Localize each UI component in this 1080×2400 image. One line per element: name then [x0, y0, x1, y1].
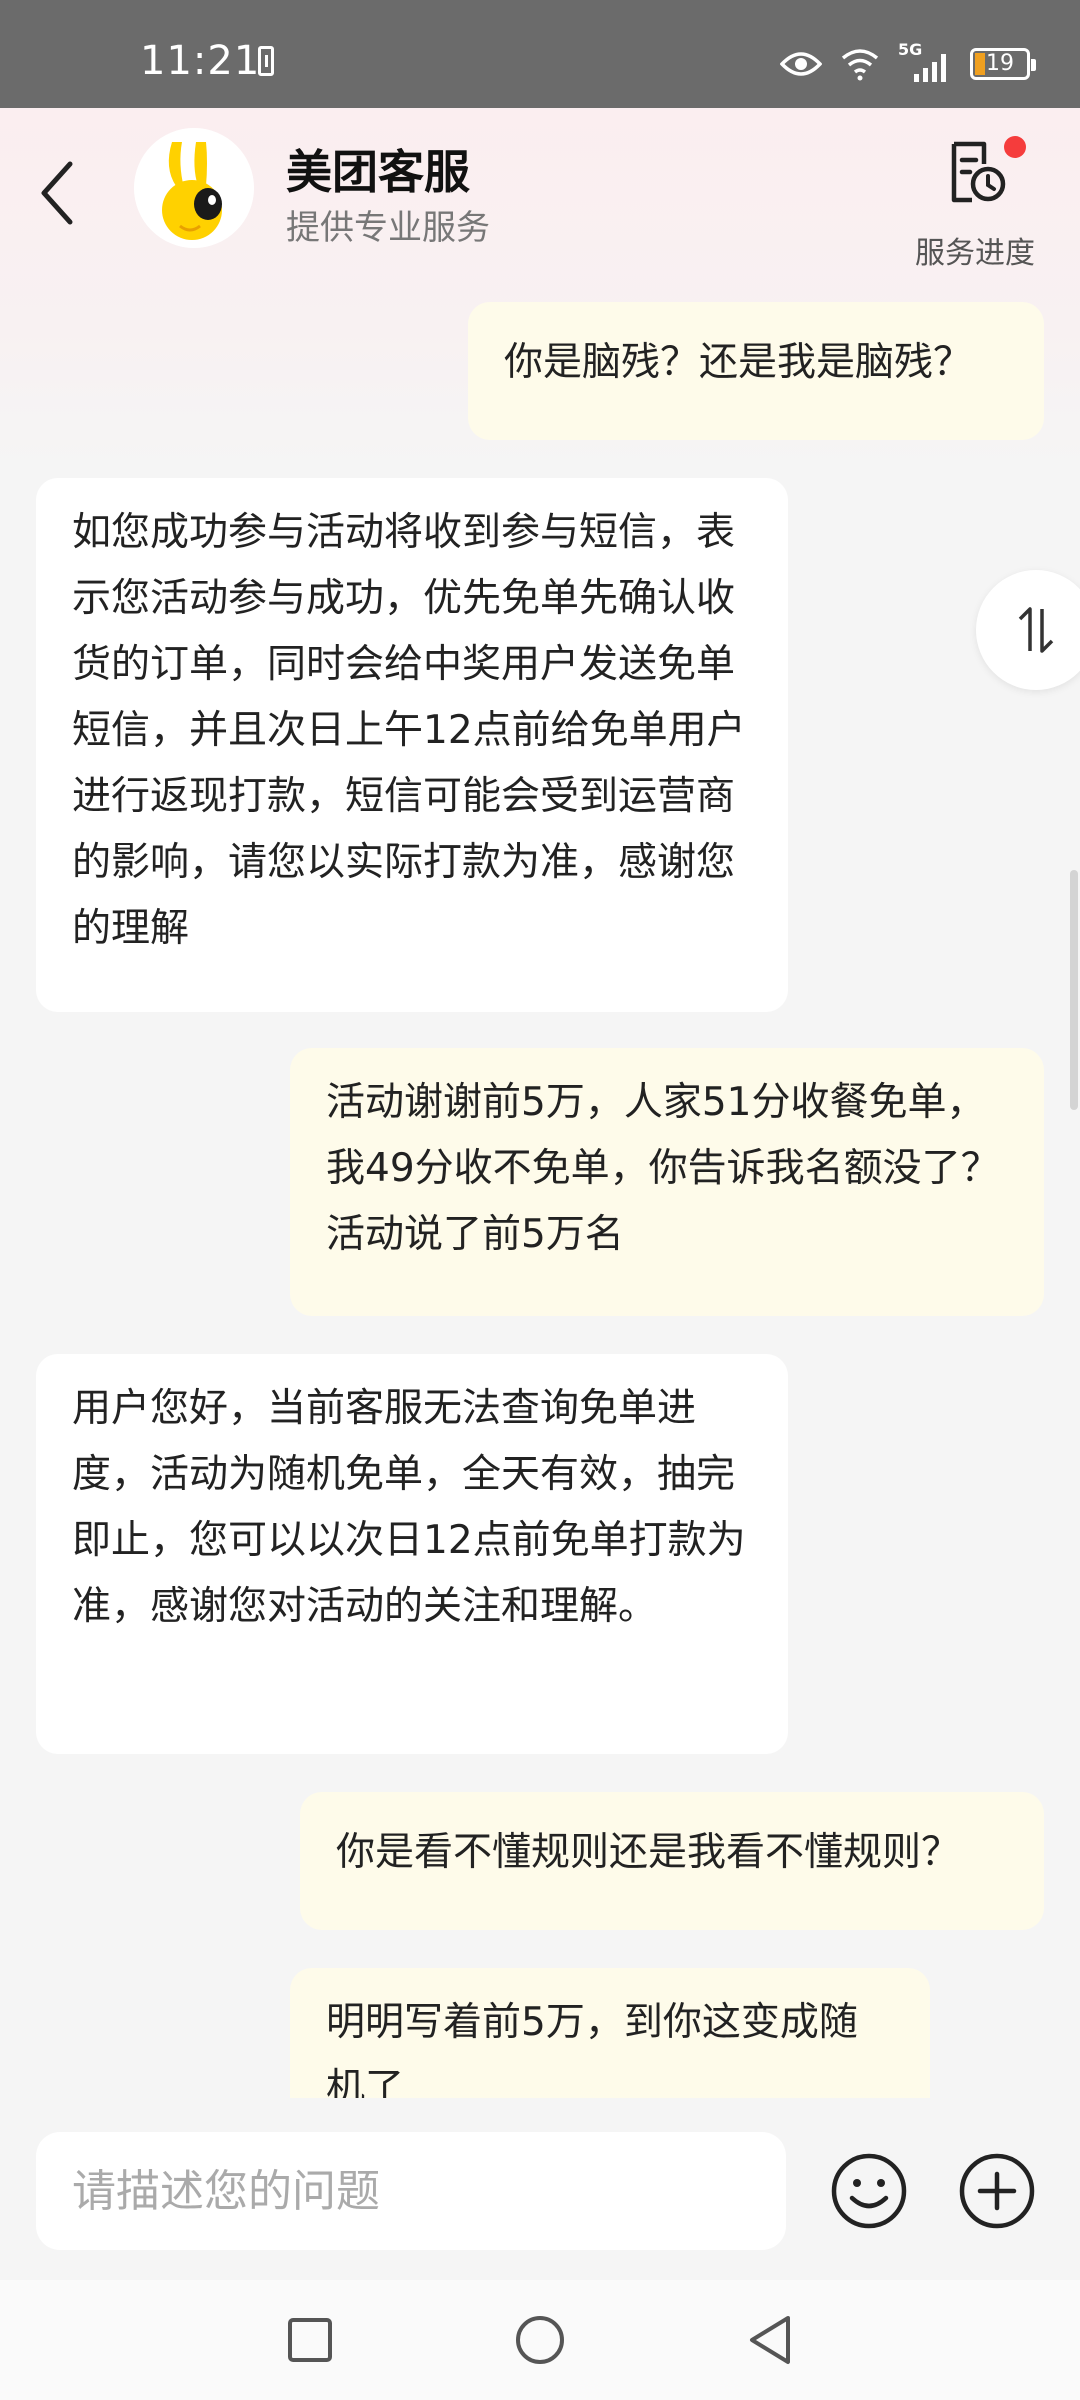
notification-badge	[1004, 136, 1026, 158]
back-arrow-icon[interactable]	[36, 158, 80, 228]
status-icons: 5G 19	[780, 40, 1036, 84]
message-text: 如您成功参与活动将收到参与短信，表示您活动参与成功，优先免单先确认收货的订单，同…	[72, 510, 746, 951]
eye-icon	[780, 52, 822, 76]
wifi-icon	[841, 49, 879, 81]
message-bubble-user[interactable]: 你是看不懂规则还是我看不懂规则？	[300, 1792, 1044, 1930]
message-input[interactable]	[36, 2132, 786, 2250]
page-subtitle: 提供专业服务	[286, 208, 490, 248]
smiley-icon[interactable]	[830, 2152, 908, 2230]
message-text: 你是看不懂规则还是我看不懂规则？	[336, 1830, 961, 1875]
swap-arrows-icon	[1018, 607, 1054, 653]
message-bubble-agent[interactable]: 用户您好，当前客服无法查询免单进度，活动为随机免单，全天有效，抽完即止，您可以以…	[36, 1354, 788, 1754]
service-progress-button[interactable]: 服务进度	[900, 126, 1050, 271]
plus-icon[interactable]	[958, 2152, 1036, 2230]
service-progress-icon	[951, 141, 1006, 203]
message-bubble-user[interactable]: 活动谢谢前5万，人家51分收餐免单，我49分收不免单，你告诉我名额没了？活动说了…	[290, 1048, 1044, 1316]
home-circle-icon[interactable]	[510, 2310, 570, 2370]
status-time: 11:21	[140, 38, 261, 84]
back-triangle-icon[interactable]	[740, 2310, 800, 2370]
page-title: 美团客服	[286, 145, 470, 199]
message-text: 你是脑残？还是我是脑残？	[504, 340, 973, 385]
status-bar: 11:21 5G 19	[0, 0, 1080, 108]
signal-bars-icon	[914, 54, 946, 82]
message-bubble-user[interactable]: 明明写着前5万，到你这变成随机了	[290, 1968, 930, 2098]
chat-header: 美团客服 提供专业服务 服务进度	[0, 108, 1080, 278]
scrollbar[interactable]	[1070, 870, 1078, 1110]
recents-square-icon[interactable]	[280, 2310, 340, 2370]
service-progress-label: 服务进度	[915, 236, 1035, 271]
battery-level: 19	[986, 51, 1014, 76]
message-bubble-agent[interactable]: 如您成功参与活动将收到参与短信，表示您活动参与成功，优先免单先确认收货的订单，同…	[36, 478, 788, 1012]
message-text: 活动谢谢前5万，人家51分收餐免单，我49分收不免单，你告诉我名额没了？活动说了…	[326, 1080, 1000, 1257]
message-list[interactable]: 你是脑残？还是我是脑残？ 如您成功参与活动将收到参与短信，表示您活动参与成功，优…	[0, 278, 1080, 2098]
cellular-signal: 5G	[898, 40, 952, 82]
message-text: 用户您好，当前客服无法查询免单进度，活动为随机免单，全天有效，抽完即止，您可以以…	[72, 1386, 746, 1629]
avatar[interactable]	[134, 128, 254, 248]
system-nav-bar	[0, 2280, 1080, 2400]
battery-saver-icon	[258, 46, 274, 76]
message-text: 明明写着前5万，到你这变成随机了	[326, 2000, 858, 2098]
mascot-icon	[134, 128, 254, 248]
message-bubble-user[interactable]: 你是脑残？还是我是脑残？	[468, 302, 1044, 440]
input-bar	[0, 2098, 1080, 2280]
battery-icon: 19	[970, 48, 1036, 80]
